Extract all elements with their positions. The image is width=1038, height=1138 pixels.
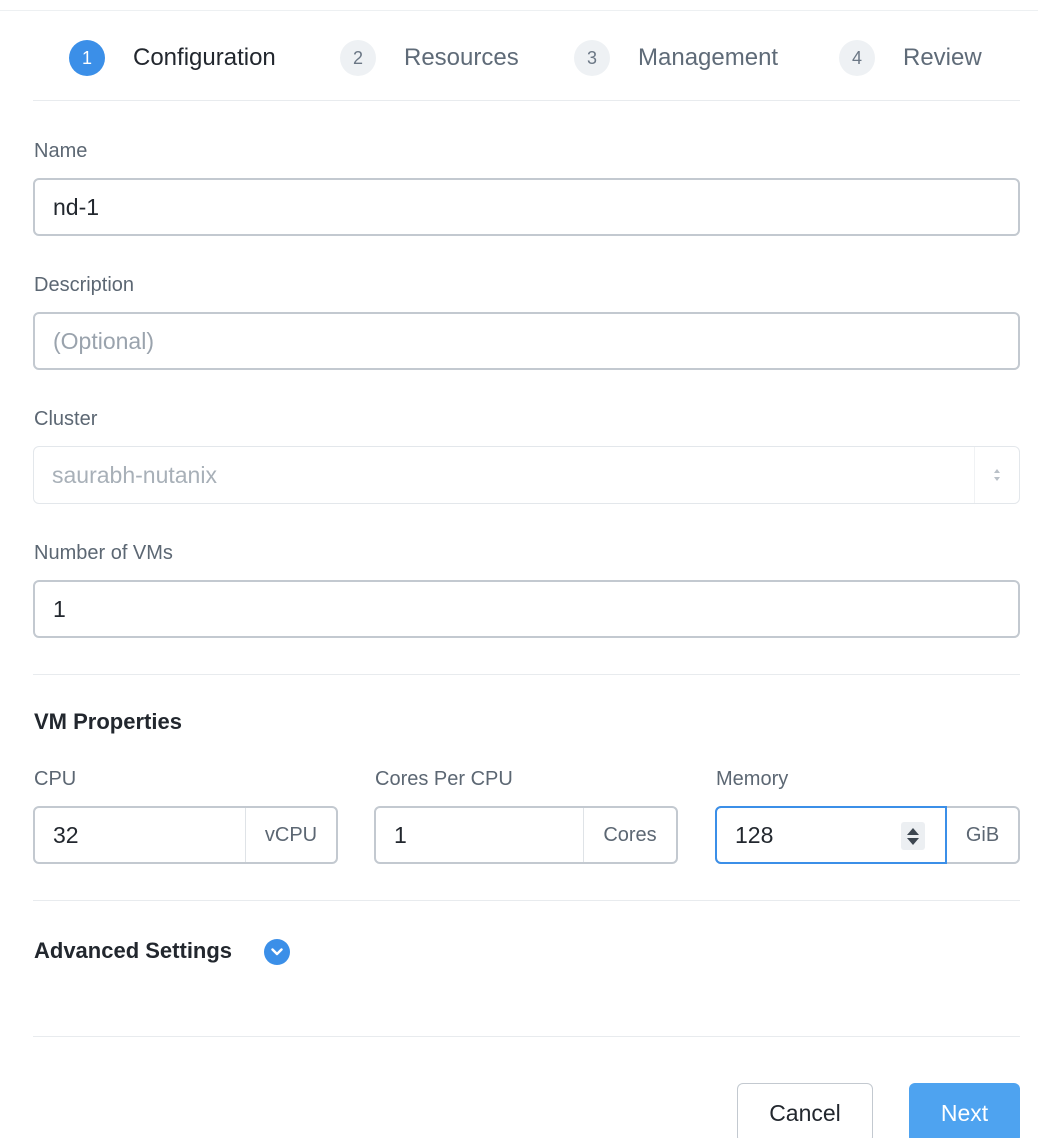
memory-unit-addon: GiB (965, 823, 1000, 846)
step-number: 4 (839, 40, 875, 76)
step-label: Configuration (133, 44, 276, 71)
step-review[interactable]: 4 Review (839, 38, 982, 78)
step-number: 2 (340, 40, 376, 76)
advanced-settings-title[interactable]: Advanced Settings (34, 938, 232, 964)
cpu-unit-addon: vCPU (245, 808, 336, 862)
vm-properties-title: VM Properties (34, 709, 182, 734)
cores-unit-addon: Cores (583, 808, 676, 862)
spinner-up-arrow[interactable] (907, 827, 919, 835)
memory-label: Memory (716, 768, 789, 790)
wizard-stepper: 1 Configuration 2 Resources 3 Management… (0, 38, 1038, 78)
step-label: Review (903, 44, 982, 71)
name-input[interactable] (33, 178, 1020, 236)
stepper-divider (33, 100, 1020, 101)
step-number: 1 (69, 40, 105, 76)
section-divider (33, 674, 1020, 675)
step-configuration[interactable]: 1 Configuration (69, 38, 276, 78)
section-divider (33, 900, 1020, 901)
select-separator (974, 447, 975, 503)
cluster-select[interactable]: saurabh-nutanix (33, 446, 1020, 504)
top-divider (0, 10, 1038, 11)
chevron-down-icon (271, 948, 283, 956)
num-vms-input[interactable] (33, 580, 1020, 638)
cpu-label: CPU (34, 768, 77, 790)
description-input[interactable] (33, 312, 1020, 370)
memory-input-group: GiB (715, 806, 1020, 864)
number-spinner-icon[interactable] (901, 822, 925, 850)
cpu-input-group: vCPU (33, 806, 338, 864)
next-button[interactable]: Next (909, 1083, 1020, 1138)
cluster-select-value: saurabh-nutanix (52, 461, 217, 488)
select-caret-icon (994, 469, 1000, 481)
cores-input[interactable] (376, 808, 583, 862)
name-label: Name (34, 140, 88, 162)
step-label: Management (638, 44, 779, 71)
step-resources[interactable]: 2 Resources (340, 38, 519, 78)
cancel-button[interactable]: Cancel (737, 1083, 873, 1138)
cluster-label: Cluster (34, 408, 98, 430)
description-label: Description (34, 274, 135, 296)
footer-divider (33, 1036, 1020, 1037)
num-vms-label: Number of VMs (34, 542, 173, 564)
advanced-settings-toggle[interactable] (264, 939, 290, 965)
step-label: Resources (404, 44, 519, 71)
step-management[interactable]: 3 Management (574, 38, 778, 78)
memory-input-box (715, 806, 947, 864)
cpu-input[interactable] (35, 808, 245, 862)
cores-input-group: Cores (374, 806, 678, 864)
spinner-down-arrow[interactable] (907, 837, 919, 845)
step-number: 3 (574, 40, 610, 76)
cores-label: Cores Per CPU (375, 768, 513, 790)
memory-input[interactable] (717, 808, 887, 862)
